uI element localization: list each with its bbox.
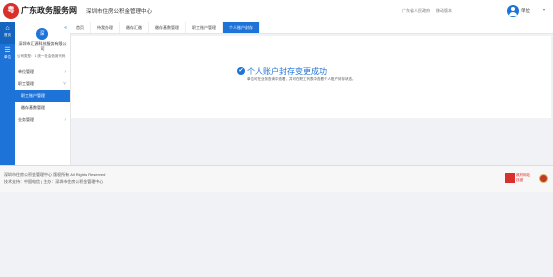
sidebar-menu: 单位管理 › 职工管理 ˅ 职工账户管理 缴存基数管理 业务管理 › xyxy=(15,66,70,126)
tab-home[interactable]: 首页 xyxy=(70,22,91,33)
result-title: 个人账户封存变更成功 xyxy=(247,67,327,76)
brand-subtitle: 深圳市住房公积金管理中心 xyxy=(86,9,153,15)
tab-employee-account[interactable]: 职工账户管理 xyxy=(186,22,223,33)
rail-item-label: 单位 xyxy=(4,55,11,59)
brand-title[interactable]: 广东政务服务网 xyxy=(21,5,77,16)
top-link-gov[interactable]: 广东省人民政府 xyxy=(402,8,430,14)
list-icon: ☰ xyxy=(4,47,11,54)
sidebar-item-employee-management[interactable]: 职工管理 ˅ xyxy=(15,78,70,90)
home-icon: ⌂ xyxy=(5,25,10,32)
chevron-down-icon: ˅ xyxy=(63,81,66,87)
footer-support: 技术支持：中国电信 | 主办：深圳市住房公积金管理中心 xyxy=(4,179,104,184)
top-links: 广东省人民政府 移动版本 xyxy=(402,8,452,14)
sidebar-item-unit-management[interactable]: 单位管理 › xyxy=(15,66,70,78)
rail-item-unit[interactable]: ☰ 单位 xyxy=(0,44,15,66)
gov-site-badge-icon[interactable] xyxy=(505,173,515,183)
gov-site-label-line2: 找错 xyxy=(516,178,523,182)
sidebar-item-label: 职工管理 xyxy=(18,81,34,86)
rail-item-home[interactable]: ⌂ 首页 xyxy=(0,22,15,44)
success-check-icon: ✔ xyxy=(237,67,245,75)
user-avatar-icon[interactable] xyxy=(507,5,519,17)
chevron-right-icon: › xyxy=(64,69,66,75)
national-emblem-icon xyxy=(539,174,548,183)
result-description: 单位可在业务查询中查看，并可在职工列表中查看个人账户封存状态。 xyxy=(247,77,356,81)
tab-personal-account-seal[interactable]: 个人账户封存 xyxy=(223,22,260,33)
sidebar-item-employee-account[interactable]: 职工账户管理 xyxy=(15,90,70,102)
tab-my-todo[interactable]: 待我办理 xyxy=(91,22,120,33)
org-type: 公司类型：1 统一社会信用代码 xyxy=(17,54,66,58)
sidebar-item-deposit-base[interactable]: 缴存基数管理 xyxy=(15,102,70,114)
top-link-mobile[interactable]: 移动版本 xyxy=(436,8,452,14)
sidebar-item-business-management[interactable]: 业务管理 › xyxy=(15,114,70,126)
tab-deposit[interactable]: 缴存汇缴 xyxy=(120,22,149,33)
org-logo-icon: 深 xyxy=(36,28,48,40)
tab-bar: 首页 待我办理 缴存汇缴 缴存基数管理 职工账户管理 个人账户封存 xyxy=(70,22,553,34)
collapse-icon[interactable]: « xyxy=(64,25,67,31)
gov-site-label-line1: 政府网站 xyxy=(516,173,530,177)
sidebar-item-label: 职工账户管理 xyxy=(21,93,45,98)
top-header: 粤 广东政务服务网 深圳市住房公积金管理中心 广东省人民政府 移动版本 单位 ▾ xyxy=(0,0,553,23)
gov-site-label[interactable]: 政府网站 找错 xyxy=(516,173,530,183)
left-rail: ⌂ 首页 ☰ 单位 xyxy=(0,22,15,165)
user-name[interactable]: 单位 xyxy=(521,8,530,14)
sidebar-item-label: 缴存基数管理 xyxy=(21,105,45,110)
gd-gov-logo-icon: 粤 xyxy=(3,3,19,19)
org-name: 深圳市汇源科技服务有限公司 xyxy=(18,41,67,51)
footer: 深圳市住房公积金管理中心 版权所有 All Rights Reserved 技术… xyxy=(0,165,553,192)
rail-item-label: 首页 xyxy=(4,33,11,37)
footer-copyright: 深圳市住房公积金管理中心 版权所有 All Rights Reserved xyxy=(4,172,106,177)
chevron-down-icon[interactable]: ▾ xyxy=(543,7,545,12)
tab-deposit-base[interactable]: 缴存基数管理 xyxy=(149,22,186,33)
sidebar: « 深 深圳市汇源科技服务有限公司 公司类型：1 统一社会信用代码 单位管理 ›… xyxy=(15,22,71,165)
sidebar-item-label: 单位管理 xyxy=(18,69,34,74)
sidebar-item-label: 业务管理 xyxy=(18,117,34,122)
chevron-right-icon: › xyxy=(64,117,66,123)
